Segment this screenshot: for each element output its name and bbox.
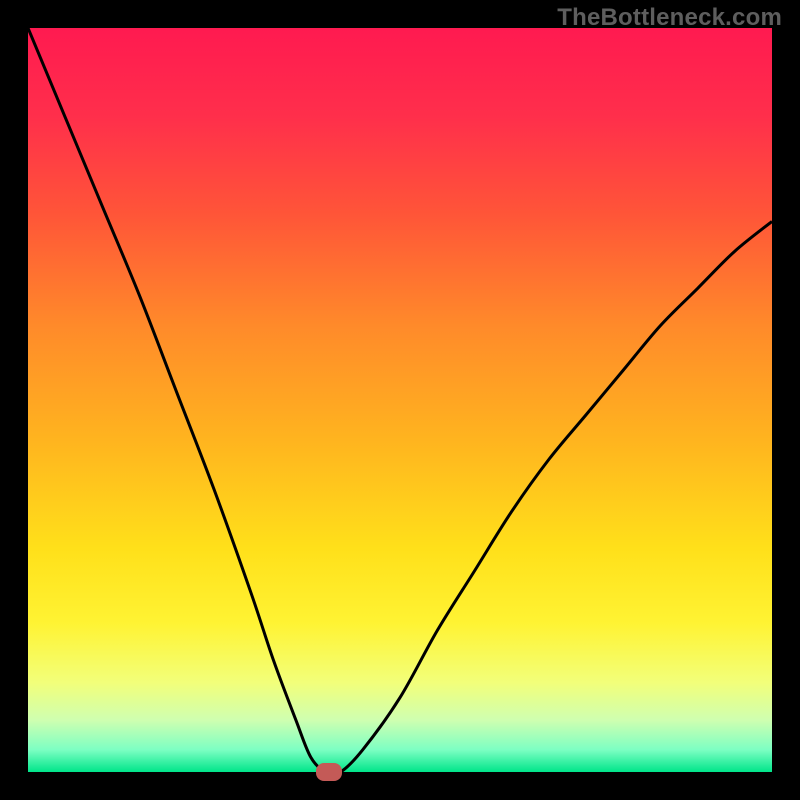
plot-area xyxy=(28,28,772,772)
chart-frame: TheBottleneck.com xyxy=(0,0,800,800)
gradient-rect xyxy=(28,28,772,772)
chart-svg xyxy=(28,28,772,772)
optimal-point-marker xyxy=(316,763,342,781)
